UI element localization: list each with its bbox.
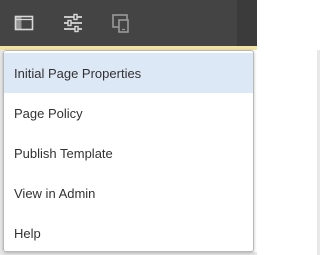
emulator-icon [112, 14, 129, 33]
menu-item-label: Page Policy [14, 105, 83, 121]
page-properties-icon [64, 13, 82, 33]
menu-item-label: Help [14, 225, 41, 241]
toggle-side-panel-button[interactable] [13, 12, 35, 34]
toggle-side-panel-icon [14, 15, 34, 31]
editor-toolbar [0, 0, 257, 46]
toolbar-overflow-area [237, 0, 257, 46]
menu-item-view-in-admin[interactable]: View in Admin [4, 173, 253, 213]
menu-item-label: Publish Template [14, 145, 113, 161]
menu-item-page-policy[interactable]: Page Policy [4, 93, 253, 133]
menu-item-label: Initial Page Properties [14, 65, 142, 81]
emulator-button[interactable] [110, 12, 132, 34]
page-information-menu: Initial Page Properties Page Policy Publ… [3, 50, 254, 252]
menu-item-publish-template[interactable]: Publish Template [4, 133, 253, 173]
page-properties-button[interactable] [62, 12, 84, 34]
menu-item-initial-page-properties[interactable]: Initial Page Properties [4, 53, 253, 93]
menu-item-label: View in Admin [14, 185, 96, 201]
menu-item-help[interactable]: Help [4, 213, 253, 251]
